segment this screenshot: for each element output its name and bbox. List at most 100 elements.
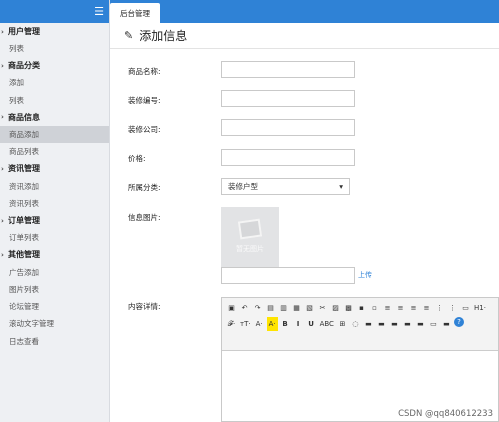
sidebar-item[interactable]: 资讯列表 xyxy=(0,195,109,212)
category-label: 所属分类: xyxy=(128,183,161,192)
editor-tool-button[interactable]: A· xyxy=(266,317,278,331)
main-content: ✎ 添加信息 商品名称: 装修编号: 装修公司: 价格: 所属分类: 装修户型 … xyxy=(110,23,499,422)
editor-tool-button[interactable]: 𝓕· xyxy=(226,317,237,331)
editor-tool-button[interactable]: H1· xyxy=(473,301,487,315)
chevron-right-icon: › xyxy=(1,250,4,259)
sidebar-item[interactable]: 商品列表 xyxy=(0,143,109,160)
editor-tool-button[interactable]: ⋮ xyxy=(434,301,445,315)
editor-tool-button[interactable]: ▬ xyxy=(402,317,413,331)
content-label: 内容详情: xyxy=(128,302,161,311)
editor-tool-button[interactable]: ▧ xyxy=(304,301,315,315)
image-placeholder-text: 暂无图片 xyxy=(236,245,264,253)
editor-tool-button[interactable]: ▪ xyxy=(356,301,367,315)
dropdown-arrow-icon: ▾ xyxy=(339,182,343,191)
photo-placeholder-icon xyxy=(237,218,263,240)
editor-tool-button[interactable]: ▬ xyxy=(363,317,374,331)
page-title-text: 添加信息 xyxy=(139,29,188,43)
sidebar-group[interactable]: › 其他管理 xyxy=(0,246,109,263)
editor-tool-button[interactable]: ▣ xyxy=(226,301,237,315)
editor-tool-button[interactable]: ◌ xyxy=(350,317,361,331)
editor-tool-button[interactable]: A· xyxy=(254,317,265,331)
sidebar-item[interactable]: 论坛管理 xyxy=(0,298,109,315)
sidebar-group-label: 商品分类 xyxy=(8,61,40,71)
rich-text-editor: ▣ ↶ ↷ ▤ ▥ ▦ ▧ ✂ ▨ ▩ ▪ ▫ ≡ ≡ ≡ ≡ ⋮ ⋮ ▭ H1· 𝓕· тT· A· A· B I U ABC ⊞ ◌ ▬… xyxy=(221,297,499,422)
sidebar-item[interactable]: 图片列表 xyxy=(0,281,109,298)
editor-tool-button[interactable]: ⋮ xyxy=(447,301,458,315)
editor-tool-button[interactable]: ≡ xyxy=(408,301,419,315)
company-input[interactable] xyxy=(221,119,355,136)
chevron-right-icon: › xyxy=(1,113,4,122)
editor-tool-button[interactable]: ▫ xyxy=(369,301,380,315)
editor-tool-button[interactable]: ≡ xyxy=(395,301,406,315)
editor-tool-button[interactable]: B xyxy=(280,317,291,331)
editor-tool-button[interactable]: ▤ xyxy=(265,301,276,315)
image-path-input[interactable] xyxy=(221,267,355,284)
image-label: 信息图片: xyxy=(128,213,161,222)
editor-tool-button[interactable]: ▬ xyxy=(389,317,400,331)
sidebar-item[interactable]: 列表 xyxy=(0,92,109,109)
chevron-right-icon: › xyxy=(1,164,4,173)
price-label: 价格: xyxy=(128,154,146,163)
price-input[interactable] xyxy=(221,149,355,166)
editor-tool-button[interactable]: ▬ xyxy=(415,317,426,331)
image-preview: 暂无图片 xyxy=(221,207,279,267)
sidebar-item[interactable]: 广告添加 xyxy=(0,263,109,280)
category-value: 装修户型 xyxy=(228,182,258,191)
code-input[interactable] xyxy=(221,90,355,107)
upload-link[interactable]: 上传 xyxy=(358,270,372,280)
sidebar-group[interactable]: › 商品信息 xyxy=(0,109,109,126)
editor-tool-button[interactable]: U xyxy=(306,317,317,331)
page-title: ✎ 添加信息 xyxy=(110,23,499,49)
sidebar-item[interactable]: 滚动文字管理 xyxy=(0,315,109,332)
edit-icon: ✎ xyxy=(124,29,134,42)
editor-tool-button[interactable]: ▭ xyxy=(460,301,471,315)
sidebar-group-label: 资讯管理 xyxy=(8,164,40,174)
editor-tool-button[interactable]: ABC xyxy=(319,317,335,331)
sidebar-header: ☰ xyxy=(0,0,109,23)
sidebar-group-label: 其他管理 xyxy=(8,250,40,260)
editor-tool-button[interactable]: ⊞ xyxy=(337,317,348,331)
editor-tool-button[interactable]: ▨ xyxy=(330,301,341,315)
sidebar-item[interactable]: 资讯添加 xyxy=(0,177,109,194)
editor-tool-button[interactable]: тT· xyxy=(239,317,252,331)
sidebar-item[interactable]: 商品添加 xyxy=(0,125,109,144)
sidebar-menu: › 用户管理 列表 › 商品分类 添加 列表 › 商品信息 商品添加 商品列表 › 资讯管理 资讯添加 资讯… xyxy=(0,23,109,350)
editor-tool-button[interactable]: ▩ xyxy=(343,301,354,315)
editor-tool-button[interactable]: ≡ xyxy=(421,301,432,315)
editor-tool-button[interactable]: ↷ xyxy=(252,301,263,315)
sidebar-group[interactable]: › 商品分类 xyxy=(0,57,109,74)
editor-tool-button[interactable]: ≡ xyxy=(382,301,393,315)
editor-tool-button[interactable]: ✂ xyxy=(317,301,328,315)
editor-tool-button[interactable]: ↶ xyxy=(239,301,250,315)
company-label: 装修公司: xyxy=(128,125,161,134)
category-select[interactable]: 装修户型 ▾ xyxy=(221,178,350,195)
editor-tool-button[interactable]: ? xyxy=(453,317,464,327)
sidebar-group-label: 订单管理 xyxy=(8,216,40,226)
sidebar-group[interactable]: › 用户管理 xyxy=(0,23,109,40)
sidebar-group-label: 用户管理 xyxy=(8,27,40,36)
editor-tool-button[interactable]: ▥ xyxy=(278,301,289,315)
sidebar-item[interactable]: 订单列表 xyxy=(0,229,109,246)
sidebar-item[interactable]: 列表 xyxy=(0,40,109,57)
name-input[interactable] xyxy=(221,61,355,78)
tab-admin[interactable]: 后台管理 xyxy=(110,3,160,23)
sidebar-group[interactable]: › 订单管理 xyxy=(0,212,109,229)
name-label: 商品名称: xyxy=(128,67,161,76)
chevron-right-icon: › xyxy=(1,27,4,36)
sidebar-group-label: 商品信息 xyxy=(8,112,40,122)
top-bar: 后台管理 xyxy=(110,0,499,23)
watermark: CSDN @qq840612233 xyxy=(398,409,493,419)
editor-tool-button[interactable]: ▬ xyxy=(441,317,452,331)
chevron-right-icon: › xyxy=(1,216,4,225)
sidebar-group[interactable]: › 资讯管理 xyxy=(0,160,109,177)
sidebar-item[interactable]: 日志查看 xyxy=(0,333,109,350)
sidebar: ☰ › 用户管理 列表 › 商品分类 添加 列表 › 商品信息 商品添加 商品列表 › 资讯管理 资讯添加… xyxy=(0,0,110,422)
code-label: 装修编号: xyxy=(128,96,161,105)
sidebar-item[interactable]: 添加 xyxy=(0,74,109,91)
editor-tool-button[interactable]: ▭ xyxy=(428,317,439,331)
editor-tool-button[interactable]: I xyxy=(293,317,304,331)
menu-icon[interactable]: ☰ xyxy=(94,6,104,17)
editor-tool-button[interactable]: ▬ xyxy=(376,317,387,331)
editor-tool-button[interactable]: ▦ xyxy=(291,301,302,315)
chevron-right-icon: › xyxy=(1,61,4,70)
